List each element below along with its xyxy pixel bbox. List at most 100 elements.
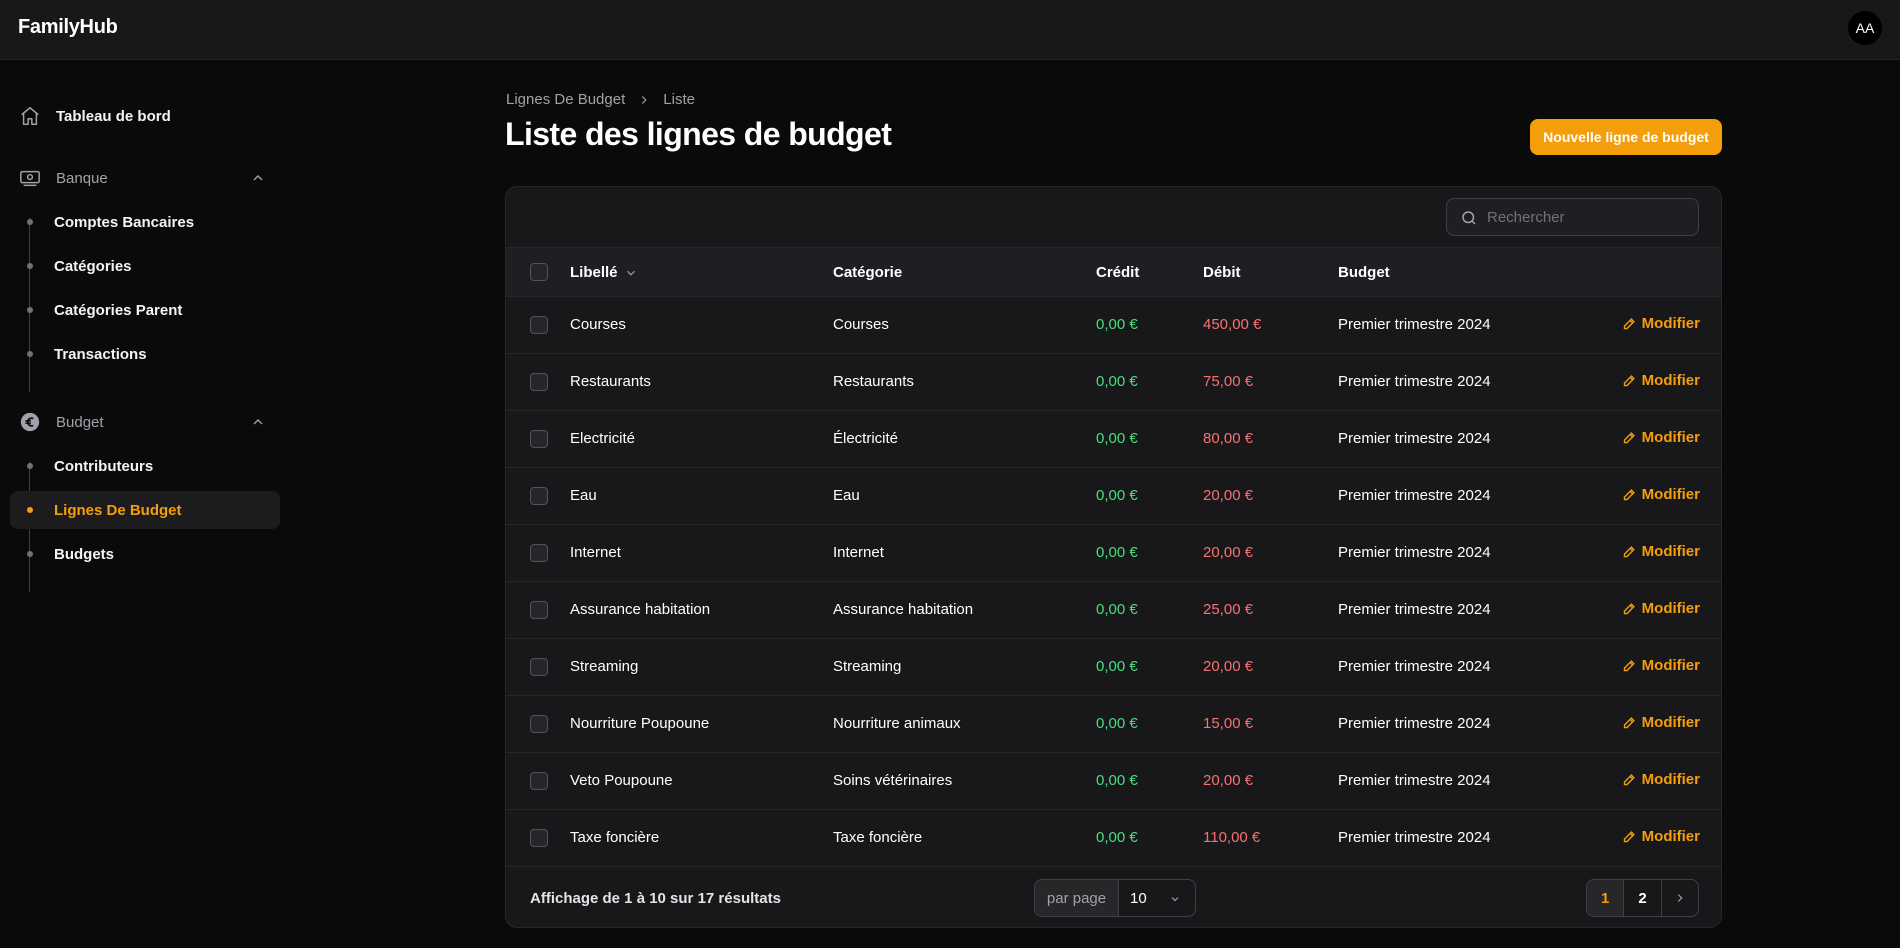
cell-debit: 20,00 €	[1203, 487, 1254, 504]
table-row: Restaurants Restaurants 0,00 € 75,00 € Premi…	[506, 354, 1721, 411]
page-button-2[interactable]: 2	[1624, 880, 1662, 916]
edit-icon	[1623, 603, 1635, 615]
cell-label: Taxe foncière	[570, 829, 660, 846]
select-all-checkbox[interactable]	[530, 263, 548, 281]
pagination: 1 2	[1586, 879, 1699, 917]
column-header-budget: Budget	[1338, 264, 1390, 281]
edit-button[interactable]: Modifier	[1622, 429, 1700, 446]
edit-button[interactable]: Modifier	[1622, 486, 1700, 503]
edit-button[interactable]: Modifier	[1622, 600, 1700, 617]
page-title: Liste des lignes de budget	[505, 116, 892, 152]
search-box[interactable]	[1446, 198, 1699, 236]
per-page-value[interactable]: 10	[1119, 880, 1195, 916]
edit-icon	[1623, 774, 1635, 786]
cell-credit: 0,00 €	[1096, 601, 1138, 618]
row-checkbox[interactable]	[530, 772, 548, 790]
row-checkbox[interactable]	[530, 658, 548, 676]
cell-debit: 25,00 €	[1203, 601, 1254, 618]
app-logo[interactable]: FamilyHub	[18, 16, 118, 39]
cell-label: Electricité	[570, 430, 636, 447]
search-icon	[1462, 211, 1476, 225]
cell-label: Veto Poupoune	[570, 772, 673, 789]
chevron-right-icon	[642, 95, 647, 104]
page-button-1[interactable]: 1	[1587, 880, 1625, 916]
cell-budget: Premier trimestre 2024	[1338, 601, 1491, 618]
per-page-value-text: 10	[1130, 889, 1147, 907]
sidebar-item-transactions[interactable]: Transactions	[10, 335, 280, 373]
cell-debit: 15,00 €	[1203, 715, 1254, 732]
row-checkbox[interactable]	[530, 316, 548, 334]
chevron-down-icon	[1171, 897, 1179, 902]
table-row: Taxe foncière Taxe foncière 0,00 € 110,00 €…	[506, 810, 1721, 867]
cell-credit: 0,00 €	[1096, 658, 1138, 675]
bullet-icon	[27, 351, 33, 357]
cell-category: Assurance habitation	[833, 601, 974, 618]
bullet-icon	[27, 507, 33, 513]
new-budget-line-button[interactable]: Nouvelle ligne de budget	[1530, 119, 1722, 155]
edit-button[interactable]: Modifier	[1622, 372, 1700, 389]
bullet-icon	[27, 263, 33, 269]
cell-category: Streaming	[833, 658, 902, 675]
next-page-button[interactable]	[1662, 880, 1698, 916]
table-row: Courses Courses 0,00 € 450,00 € Premier trim…	[506, 297, 1721, 354]
budget-lines-table-card: Libellé Catégorie Crédit Débit Budget Co…	[505, 186, 1722, 928]
edit-button-label: Modifier	[1641, 828, 1700, 845]
sidebar-item-label: Budgets	[54, 545, 114, 563]
edit-icon	[1623, 717, 1635, 729]
search-input[interactable]	[1487, 208, 1687, 226]
edit-button[interactable]: Modifier	[1622, 543, 1700, 560]
edit-button[interactable]: Modifier	[1622, 714, 1700, 731]
edit-button[interactable]: Modifier	[1622, 315, 1700, 332]
table-footer: Affichage de 1 à 10 sur 17 résultats par…	[506, 868, 1721, 927]
cell-category: Restaurants	[833, 373, 914, 390]
edit-button[interactable]: Modifier	[1622, 657, 1700, 674]
row-checkbox[interactable]	[530, 430, 548, 448]
edit-icon	[1623, 432, 1635, 444]
edit-icon	[1623, 546, 1635, 558]
row-checkbox[interactable]	[530, 829, 548, 847]
sidebar-item-budgets[interactable]: Budgets	[10, 535, 280, 573]
sidebar-item-contributeurs[interactable]: Contributeurs	[10, 447, 280, 485]
row-checkbox[interactable]	[530, 601, 548, 619]
bullet-icon	[27, 463, 33, 469]
row-checkbox[interactable]	[530, 487, 548, 505]
sidebar-item-label: Contributeurs	[54, 457, 154, 475]
edit-button-label: Modifier	[1641, 372, 1700, 389]
edit-button-label: Modifier	[1641, 657, 1700, 674]
edit-button[interactable]: Modifier	[1622, 828, 1700, 845]
row-checkbox[interactable]	[530, 715, 548, 733]
sidebar-item-label: Comptes Bancaires	[54, 213, 195, 231]
edit-button[interactable]: Modifier	[1622, 771, 1700, 788]
cell-category: Eau	[833, 487, 860, 504]
cell-credit: 0,00 €	[1096, 715, 1138, 732]
sidebar-item-categories-parent[interactable]: Catégories Parent	[10, 291, 280, 329]
chevron-up-icon[interactable]	[250, 414, 266, 430]
sidebar-item-comptes-bancaires[interactable]: Comptes Bancaires	[10, 203, 280, 241]
sidebar-group-budget[interactable]: Budget	[10, 402, 280, 442]
cell-debit: 80,00 €	[1203, 430, 1254, 447]
per-page-label: par page	[1035, 880, 1119, 916]
cell-debit: 20,00 €	[1203, 544, 1254, 561]
sidebar-item-lignes-de-budget[interactable]: Lignes De Budget	[10, 491, 280, 529]
top-bar: FamilyHub AA	[0, 0, 1900, 60]
sidebar-item-categories[interactable]: Catégories	[10, 247, 280, 285]
column-header-label[interactable]: Libellé	[570, 264, 638, 281]
cell-debit: 75,00 €	[1203, 373, 1254, 390]
banknote-icon	[20, 170, 40, 187]
user-avatar[interactable]: AA	[1848, 11, 1882, 45]
sidebar-item-label: Transactions	[54, 345, 147, 363]
breadcrumb: Lignes De Budget Liste	[506, 91, 695, 108]
cell-label: Streaming	[570, 658, 639, 675]
home-icon	[21, 107, 39, 125]
sidebar-item-dashboard[interactable]: Tableau de bord	[10, 94, 280, 138]
cell-label: Eau	[570, 487, 597, 504]
cell-category: Soins vétérinaires	[833, 772, 953, 789]
row-checkbox[interactable]	[530, 544, 548, 562]
sidebar-group-banque[interactable]: Banque	[10, 158, 280, 198]
row-checkbox[interactable]	[530, 373, 548, 391]
per-page-select[interactable]: par page 10	[1034, 879, 1196, 917]
cell-budget: Premier trimestre 2024	[1338, 430, 1491, 447]
chevron-up-icon[interactable]	[250, 170, 266, 186]
breadcrumb-parent-link[interactable]: Lignes De Budget	[506, 91, 625, 108]
cell-credit: 0,00 €	[1096, 544, 1138, 561]
